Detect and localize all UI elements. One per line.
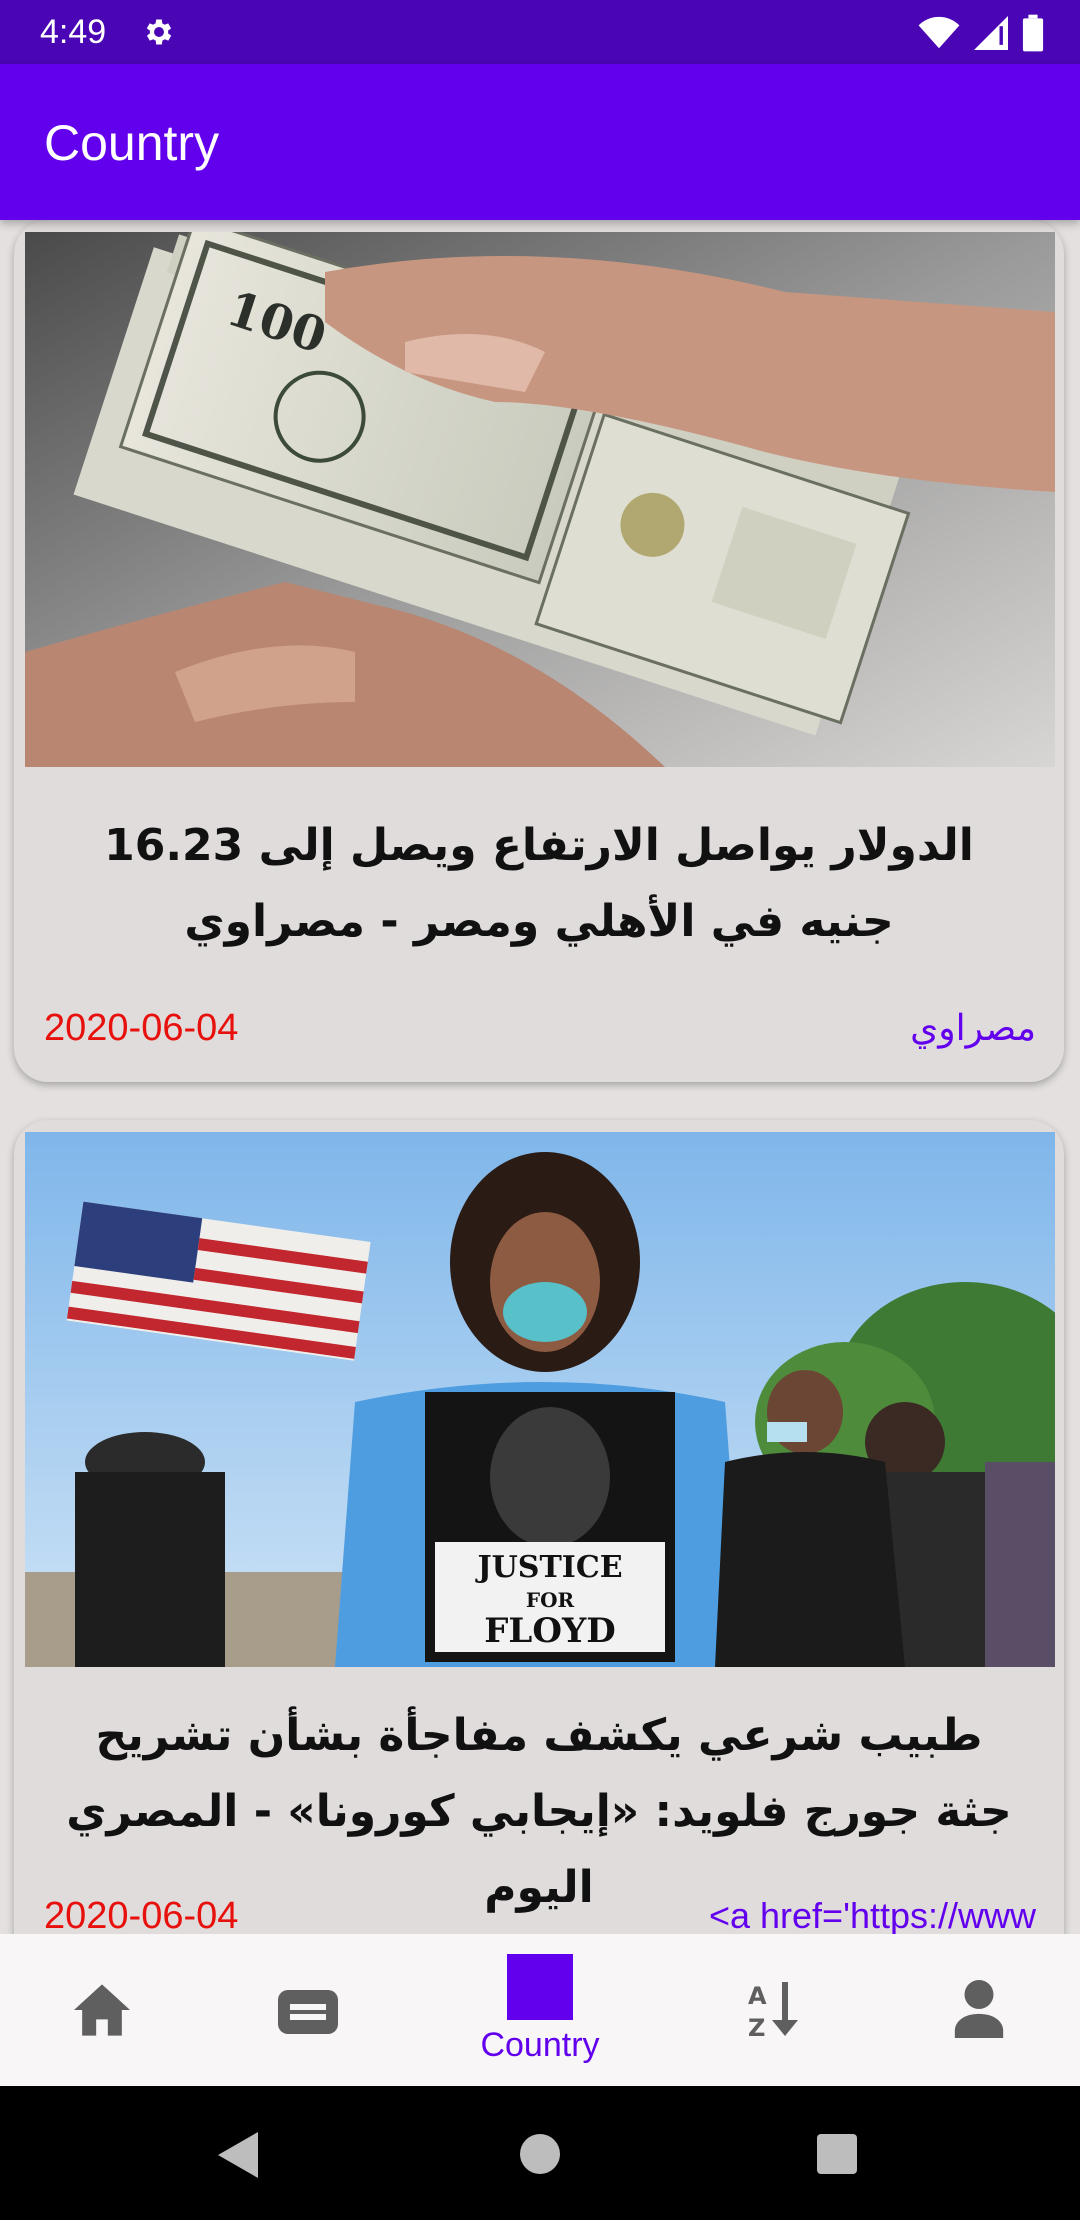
nav-item-country[interactable]: Country — [432, 1934, 648, 2086]
nav-item-home[interactable] — [0, 1934, 216, 2086]
back-icon[interactable] — [218, 2132, 258, 2178]
sort-az-icon: A Z — [748, 1982, 798, 2040]
sign-text: FLOYD — [484, 1611, 615, 1651]
sign-text: FOR — [526, 1588, 575, 1612]
article-title[interactable]: الدولار يواصل الارتفاع ويصل إلى 16.23 جن… — [54, 808, 1024, 960]
protest-photo: JUSTICE FOR FLOYD — [25, 1132, 1055, 1667]
app-bar: Country — [0, 64, 1080, 220]
article-date: 2020-06-04 — [44, 1895, 239, 1934]
bottom-nav: Country A Z — [0, 1934, 1080, 2086]
nav-item-news[interactable] — [202, 1934, 418, 2086]
news-card[interactable]: JUSTICE FOR FLOYD طبيب شرعي يكشف مفاجأة … — [14, 1120, 1064, 1934]
battery-icon — [1022, 14, 1044, 52]
page-title: Country — [44, 115, 220, 171]
nav-item-sort[interactable]: A Z — [666, 1934, 882, 2086]
signal-icon — [974, 16, 1008, 50]
status-bar: 4:49 — [0, 0, 1080, 64]
nav-label: Country — [480, 2026, 600, 2064]
article-date: 2020-06-04 — [44, 1007, 239, 1049]
svg-text:Z: Z — [748, 2014, 765, 2040]
wifi-icon — [918, 16, 960, 49]
home-circle-icon[interactable] — [520, 2134, 560, 2174]
person-icon — [954, 1980, 1004, 2038]
home-icon — [74, 1984, 130, 2036]
article-source[interactable]: مصراوي — [910, 1007, 1036, 1049]
news-feed[interactable]: 100 الدولار يواصل الارتفاع ويصل إلى 16.2… — [0, 220, 1080, 1934]
system-nav — [0, 2086, 1080, 2220]
sign-text: JUSTICE — [474, 1550, 622, 1585]
gear-icon — [147, 19, 172, 45]
news-card[interactable]: 100 الدولار يواصل الارتفاع ويصل إلى 16.2… — [14, 220, 1064, 1082]
svg-text:A: A — [748, 1982, 767, 2010]
country-icon — [507, 1954, 573, 2020]
recents-icon[interactable] — [817, 2134, 857, 2174]
money-photo: 100 — [25, 232, 1055, 767]
news-icon — [278, 1990, 338, 2034]
article-source[interactable]: <a href='https://www — [709, 1895, 1036, 1934]
nav-item-profile[interactable] — [870, 1934, 1080, 2086]
status-time: 4:49 — [40, 12, 107, 51]
article-title[interactable]: طبيب شرعي يكشف مفاجأة بشأن تشريح جثة جور… — [54, 1698, 1024, 1926]
